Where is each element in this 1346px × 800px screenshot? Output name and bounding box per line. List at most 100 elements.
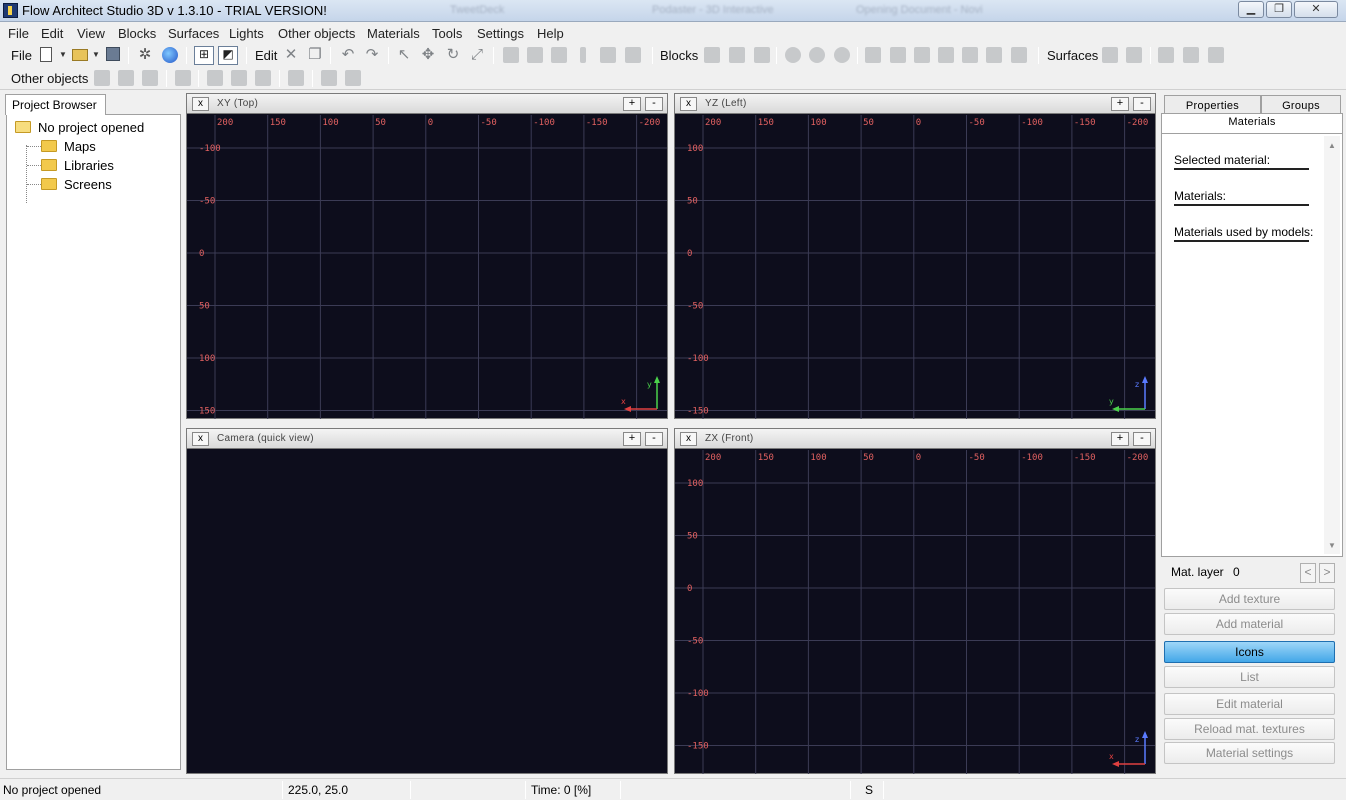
zoom-in-button[interactable]: +: [623, 432, 641, 446]
edit-material-button[interactable]: Edit material: [1164, 693, 1335, 715]
object-icon[interactable]: [231, 70, 247, 86]
sphere-icon[interactable]: [834, 47, 850, 63]
object-icon[interactable]: [94, 70, 110, 86]
shape-icon[interactable]: [938, 47, 954, 63]
zoom-in-button[interactable]: +: [623, 97, 641, 111]
menu-help[interactable]: Help: [537, 26, 564, 41]
block-icon[interactable]: [600, 47, 616, 63]
viewport-xy-top[interactable]: x XY (Top) + - 200 150 100 50 0 -50 -100 -150 -2…: [186, 93, 668, 419]
chevron-down-icon[interactable]: ▼: [88, 47, 104, 63]
material-settings-button[interactable]: Material settings: [1164, 742, 1335, 764]
rotate-icon[interactable]: ↻: [445, 47, 461, 63]
icons-button[interactable]: Icons: [1164, 641, 1335, 663]
viewport-zx-front[interactable]: x ZX (Front) + - 200 150 100 50 0 -50 -100 -150…: [674, 428, 1156, 774]
menu-settings[interactable]: Settings: [477, 26, 524, 41]
pointer-icon[interactable]: ↖: [396, 47, 412, 63]
undo-icon[interactable]: ↶: [340, 47, 356, 63]
shape-icon[interactable]: [1011, 47, 1027, 63]
viewport-camera[interactable]: x Camera (quick view) + -: [186, 428, 668, 774]
mat-layer-prev-button[interactable]: <: [1300, 563, 1316, 583]
viewport-close-button[interactable]: x: [192, 432, 209, 446]
sphere-icon[interactable]: [785, 47, 801, 63]
block-shape-icon[interactable]: [704, 47, 720, 63]
group-icon[interactable]: [551, 47, 567, 63]
zoom-out-button[interactable]: -: [645, 97, 663, 111]
pillar-icon[interactable]: [580, 47, 586, 63]
menu-blocks[interactable]: Blocks: [118, 26, 156, 41]
zoom-out-button[interactable]: -: [1133, 432, 1151, 446]
surface-icon[interactable]: [1102, 47, 1118, 63]
new-file-icon[interactable]: [40, 47, 52, 62]
menu-other-objects[interactable]: Other objects: [278, 26, 355, 41]
object-icon[interactable]: [255, 70, 271, 86]
light-icon[interactable]: [288, 70, 304, 86]
tree-item-libraries[interactable]: Libraries: [41, 158, 114, 173]
menu-lights[interactable]: Lights: [229, 26, 264, 41]
save-icon[interactable]: [106, 47, 120, 61]
object-icon[interactable]: [118, 70, 134, 86]
align-icon[interactable]: [527, 47, 543, 63]
maximize-button[interactable]: ❐: [1266, 1, 1292, 18]
box-icon[interactable]: [625, 47, 641, 63]
list-button[interactable]: List: [1164, 666, 1335, 688]
menu-file[interactable]: File: [8, 26, 29, 41]
menu-view[interactable]: View: [77, 26, 105, 41]
tree-item-maps[interactable]: Maps: [41, 139, 96, 154]
viewport-grid[interactable]: 200 150 100 50 0 -50 -100 -150 -200 100 50 0 -50 -100…: [675, 450, 1155, 774]
tab-groups[interactable]: Groups: [1261, 95, 1341, 115]
shape-icon[interactable]: [914, 47, 930, 63]
zoom-out-button[interactable]: -: [645, 432, 663, 446]
menu-tools[interactable]: Tools: [432, 26, 462, 41]
scale-icon[interactable]: ⤢: [469, 47, 485, 63]
close-window-button[interactable]: ✕: [1294, 1, 1338, 18]
scroll-down-icon[interactable]: ▼: [1328, 541, 1336, 550]
tree-item-screens[interactable]: Screens: [41, 177, 112, 192]
sphere-icon[interactable]: [809, 47, 825, 63]
paint-icon[interactable]: [503, 47, 519, 63]
zoom-in-button[interactable]: +: [1111, 432, 1129, 446]
object-icon[interactable]: [207, 70, 223, 86]
shape-icon[interactable]: [865, 47, 881, 63]
viewport-grid[interactable]: 200 150 100 50 0 -50 -100 -150 -200 100 50 0 -50 -100…: [675, 115, 1155, 419]
shape-icon[interactable]: [986, 47, 1002, 63]
object-icon[interactable]: [321, 70, 337, 86]
viewport-close-button[interactable]: x: [680, 432, 697, 446]
block-shape-icon[interactable]: [729, 47, 745, 63]
move-icon[interactable]: ✥: [420, 47, 436, 63]
block-shape-icon[interactable]: [754, 47, 770, 63]
shape-icon[interactable]: [890, 47, 906, 63]
scroll-up-icon[interactable]: ▲: [1328, 141, 1336, 150]
tab-project-browser[interactable]: Project Browser: [5, 94, 106, 115]
surface-icon[interactable]: [1158, 47, 1174, 63]
zoom-out-button[interactable]: -: [1133, 97, 1151, 111]
view-mode-icon[interactable]: ◩: [218, 46, 238, 65]
surface-icon[interactable]: [1208, 47, 1224, 63]
shape-icon[interactable]: [962, 47, 978, 63]
viewport-close-button[interactable]: x: [680, 97, 697, 111]
add-texture-button[interactable]: Add texture: [1164, 588, 1335, 610]
viewport-yz-left[interactable]: x YZ (Left) + - 200 150 100 50 0 -50 -100 -150-…: [674, 93, 1156, 419]
materials-scrollbar[interactable]: ▲ ▼: [1324, 136, 1340, 554]
zoom-in-button[interactable]: +: [1111, 97, 1129, 111]
menu-materials[interactable]: Materials: [367, 26, 420, 41]
object-icon[interactable]: [345, 70, 361, 86]
viewport-close-button[interactable]: x: [192, 97, 209, 111]
render-globe-icon[interactable]: [162, 47, 178, 63]
open-folder-icon[interactable]: [72, 49, 88, 61]
select-mode-icon[interactable]: ⊞: [194, 46, 214, 65]
tree-root[interactable]: No project opened: [15, 120, 144, 135]
tab-materials[interactable]: Materials: [1161, 113, 1343, 133]
object-icon[interactable]: [175, 70, 191, 86]
menu-surfaces[interactable]: Surfaces: [168, 26, 219, 41]
reload-textures-button[interactable]: Reload mat. textures: [1164, 718, 1335, 740]
add-material-button[interactable]: Add material: [1164, 613, 1335, 635]
materials-list[interactable]: Selected material: Materials: Materials …: [1161, 133, 1343, 557]
object-icon[interactable]: [142, 70, 158, 86]
cut-icon[interactable]: ✕: [283, 47, 299, 63]
redo-icon[interactable]: ↷: [364, 47, 380, 63]
chevron-down-icon[interactable]: ▼: [55, 47, 71, 63]
settings-gear-icon[interactable]: ✲: [137, 47, 153, 63]
menu-edit[interactable]: Edit: [41, 26, 63, 41]
tab-properties[interactable]: Properties: [1164, 95, 1261, 115]
minimize-button[interactable]: ▁: [1238, 1, 1264, 18]
